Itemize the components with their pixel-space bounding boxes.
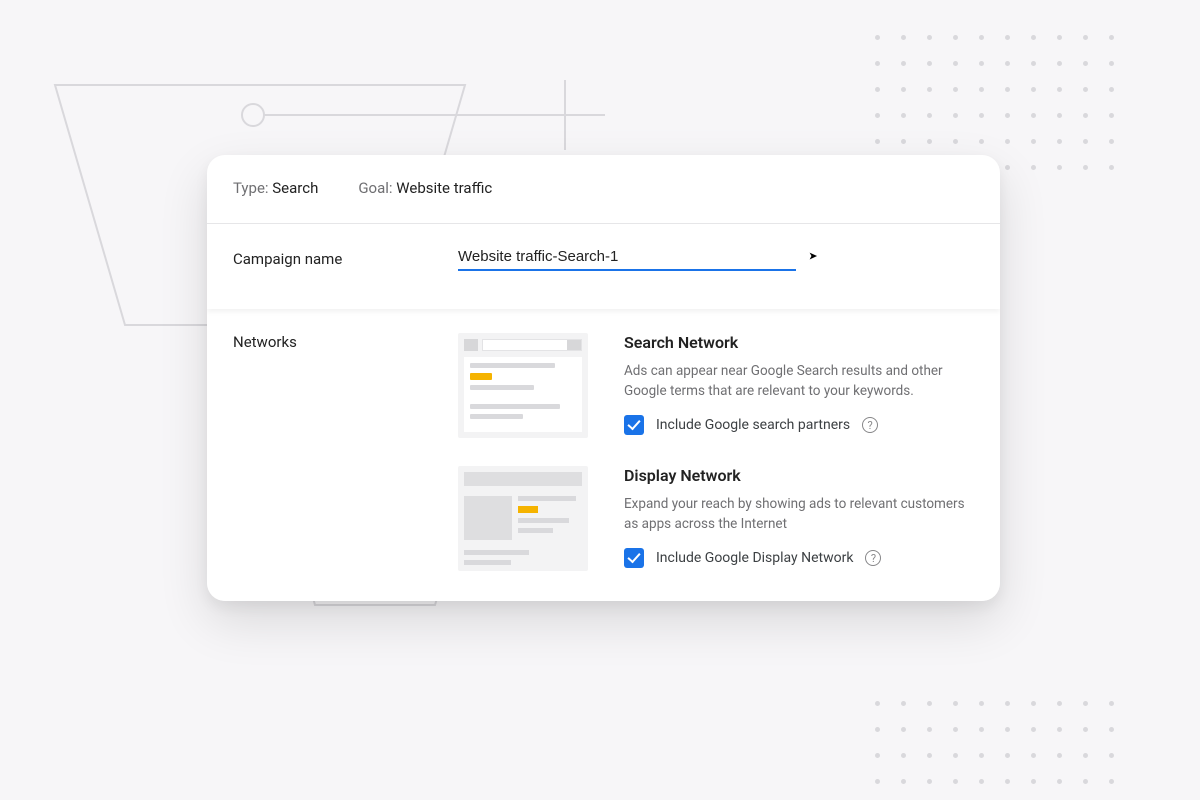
- display-network-checkbox[interactable]: [624, 548, 644, 568]
- display-network-thumbnail: [458, 466, 588, 571]
- type-group: Type: Search: [233, 179, 318, 197]
- search-partners-checkbox[interactable]: [624, 415, 644, 435]
- goal-value: Website traffic: [396, 179, 492, 197]
- goal-label: Goal:: [358, 179, 392, 197]
- display-network-description: Expand your reach by showing ads to rele…: [624, 495, 974, 534]
- display-network-label: Include Google Display Network: [656, 550, 853, 566]
- help-icon[interactable]: ?: [865, 550, 881, 566]
- type-label: Type:: [233, 179, 269, 197]
- campaign-settings-card: Type: Search Goal: Website traffic Campa…: [207, 155, 1000, 601]
- campaign-header-panel: Type: Search Goal: Website traffic: [207, 155, 1000, 224]
- networks-section-label: Networks: [233, 333, 458, 351]
- campaign-meta-row: Type: Search Goal: Website traffic: [233, 179, 974, 197]
- campaign-name-input[interactable]: [458, 246, 796, 271]
- help-icon[interactable]: ?: [862, 417, 878, 433]
- networks-list: Search Network Ads can appear near Googl…: [458, 333, 974, 571]
- search-network-thumbnail: [458, 333, 588, 438]
- search-network-description: Ads can appear near Google Search result…: [624, 362, 974, 401]
- search-partners-label: Include Google search partners: [656, 417, 850, 433]
- display-network-title: Display Network: [624, 466, 974, 485]
- goal-group: Goal: Website traffic: [358, 179, 492, 197]
- cursor-icon: ➤: [808, 250, 817, 263]
- decor-dots-bottom: [875, 701, 1115, 785]
- campaign-name-field: ➤: [458, 246, 796, 271]
- decor-dots-top: [875, 35, 1115, 171]
- campaign-name-panel: Campaign name ➤: [207, 224, 1000, 309]
- network-display-block: Display Network Expand your reach by sho…: [458, 466, 974, 571]
- network-search-block: Search Network Ads can appear near Googl…: [458, 333, 974, 438]
- networks-panel: Networks Search Network: [207, 309, 1000, 601]
- campaign-name-label: Campaign name: [233, 246, 458, 268]
- type-value: Search: [272, 179, 318, 197]
- search-network-title: Search Network: [624, 333, 974, 352]
